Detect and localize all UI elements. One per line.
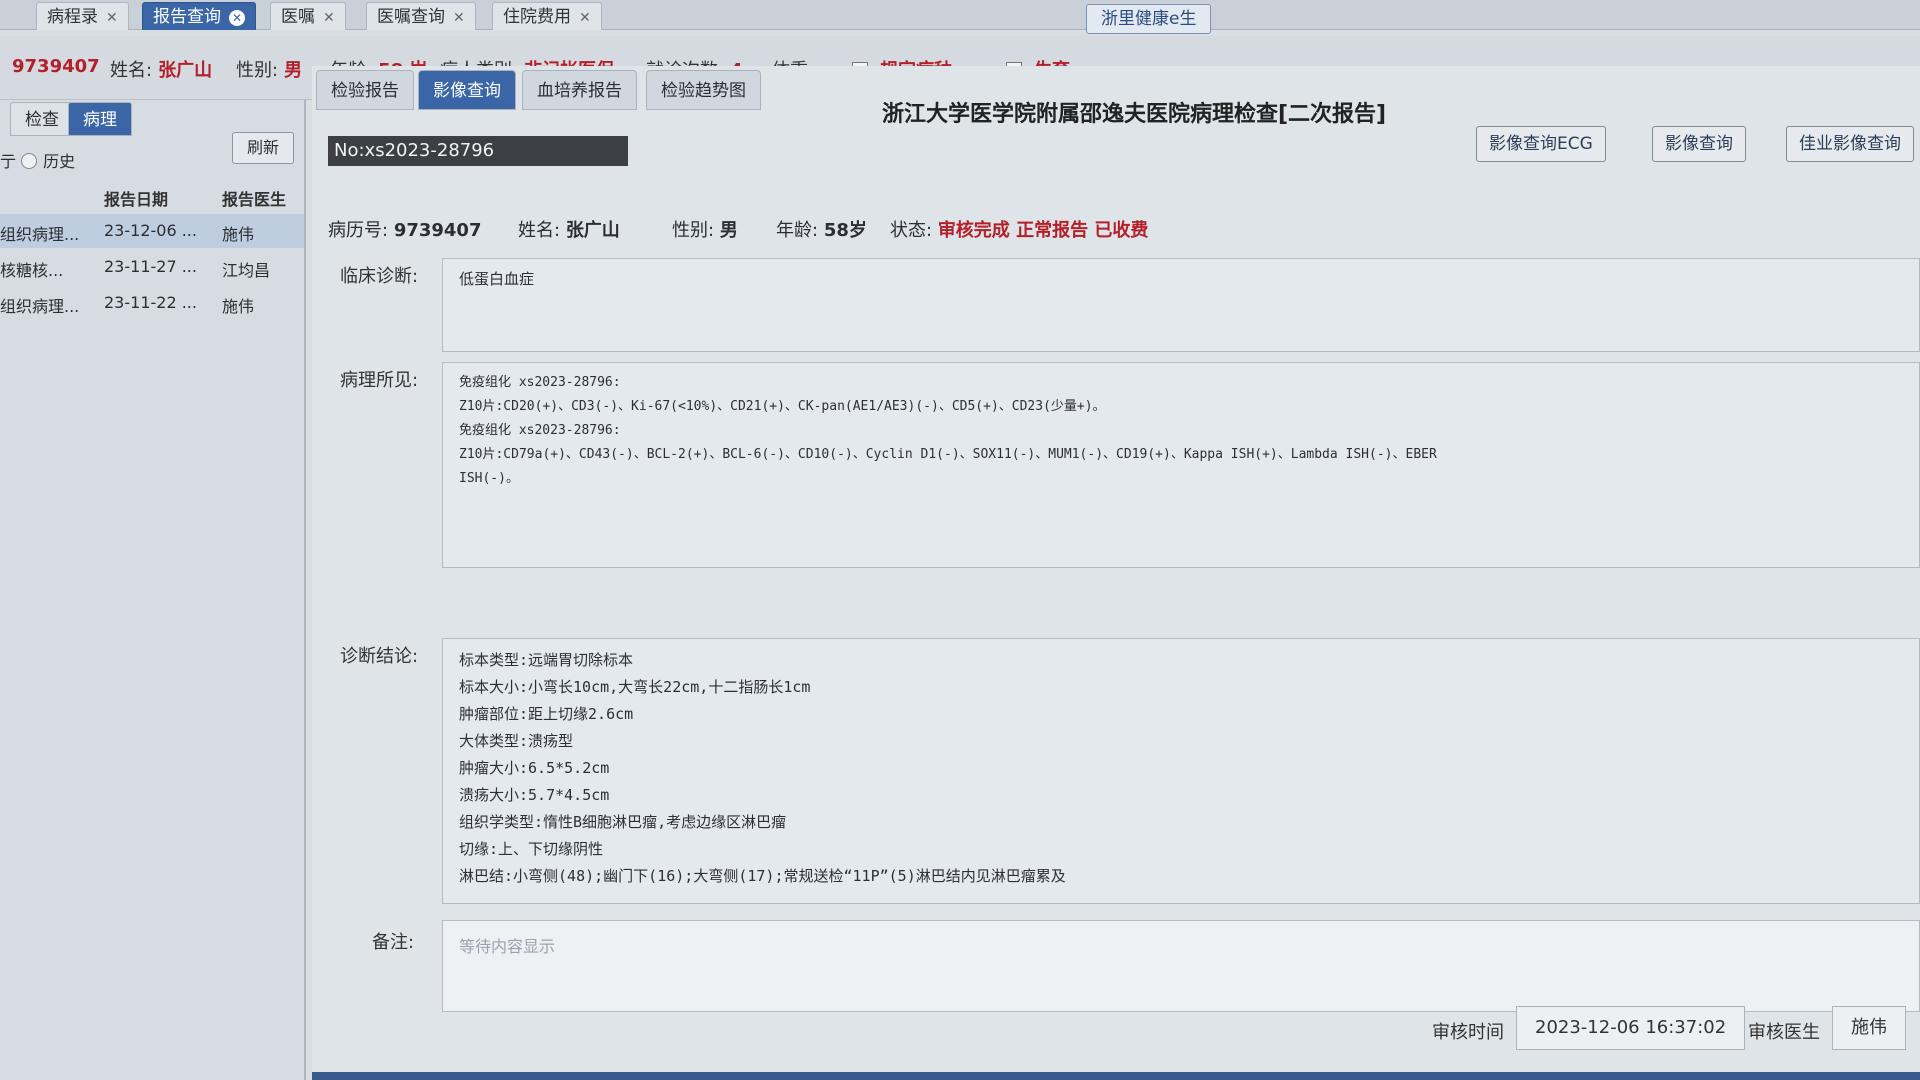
jiaye-imaging-button[interactable]: 佳业影像查询 <box>1786 126 1914 162</box>
findings-line: Z10片:CD79a(+)、CD43(-)、BCL-2(+)、BCL-6(-)、… <box>459 447 1437 462</box>
close-icon[interactable]: ✕ <box>579 10 591 26</box>
diagnosis-conclusion-label: 诊断结论: <box>340 646 419 667</box>
conclusion-line: 肿瘤部位:距上切缘2.6cm <box>459 705 634 723</box>
close-icon[interactable]: ✕ <box>106 10 118 26</box>
tab-report-query[interactable]: 报告查询 ✕ <box>142 2 256 30</box>
findings-line: Z10片:CD20(+)、CD3(-)、Ki-67(<10%)、CD21(+)、… <box>459 399 1106 414</box>
tab-orders[interactable]: 医嘱 ✕ <box>270 2 346 30</box>
clinical-diagnosis-text: 低蛋白血症 <box>459 270 535 288</box>
report-patient-sex: 性别: 男 <box>672 220 738 241</box>
pathology-findings-box: 免疫组化 xs2023-28796: Z10片:CD20(+)、CD3(-)、K… <box>442 362 1920 568</box>
zheli-health-button[interactable]: 浙里健康e生 <box>1086 4 1212 34</box>
imaging-ecg-button[interactable]: 影像查询ECG <box>1476 126 1606 162</box>
imaging-query-button[interactable]: 影像查询 <box>1652 126 1746 162</box>
tab-imaging-query[interactable]: 影像查询 <box>418 70 516 110</box>
review-time-field: 2023-12-06 16:37:02 <box>1516 1006 1746 1050</box>
conclusion-line: 大体类型:溃疡型 <box>459 732 574 750</box>
column-header-doctor: 报告医生 <box>222 190 287 209</box>
findings-line: 免疫组化 xs2023-28796: <box>459 375 621 390</box>
column-header-date: 报告日期 <box>104 190 169 209</box>
tab-pathology[interactable]: 病理 <box>68 102 132 136</box>
report-detail-panel: 检验报告 影像查询 血培养报告 检验趋势图 浙江大学医学院附属邵逸夫医院病理检查… <box>312 66 1920 1080</box>
review-time-label: 审核时间 <box>1432 1022 1504 1043</box>
patient-sex: 性别: 男 <box>236 60 303 81</box>
report-list-row[interactable]: 组织病理... 23-11-22 ... 施伟 <box>0 286 304 320</box>
report-patient-name: 姓名: 张广山 <box>518 220 620 241</box>
tab-hospital-fees[interactable]: 住院费用 ✕ <box>492 2 602 30</box>
conclusion-line: 溃疡大小:5.7*4.5cm <box>459 786 610 804</box>
close-icon[interactable]: ✕ <box>229 10 245 26</box>
findings-line: ISH(-)。 <box>459 471 519 486</box>
refresh-button[interactable]: 刷新 <box>232 132 294 164</box>
patient-name: 姓名: 张广山 <box>110 60 213 81</box>
findings-line: 免疫组化 xs2023-28796: <box>459 423 621 438</box>
tab-order-query[interactable]: 医嘱查询 ✕ <box>366 2 476 30</box>
report-patient-age: 年龄: 58岁 <box>776 220 867 241</box>
conclusion-line: 肿瘤大小:6.5*5.2cm <box>459 759 610 777</box>
pathology-findings-label: 病理所见: <box>340 370 419 391</box>
remark-label: 备注: <box>372 932 415 953</box>
history-filter[interactable]: 亍 历史 <box>0 148 75 172</box>
conclusion-line: 标本大小:小弯长10cm,大弯长22cm,十二指肠长1cm <box>459 678 811 696</box>
report-number: No:xs2023-28796 <box>328 136 628 166</box>
report-list-panel: 检查 病理 亍 历史 刷新 报告日期 报告医生 组织病理... 23-12-06… <box>0 100 306 1080</box>
clinical-diagnosis-box: 低蛋白血症 <box>442 258 1920 352</box>
close-icon[interactable]: ✕ <box>323 10 335 26</box>
conclusion-line: 标本类型:远端胃切除标本 <box>459 651 634 669</box>
review-doctor-label: 审核医生 <box>1748 1022 1820 1043</box>
radio-icon[interactable] <box>21 153 38 169</box>
tab-course-record[interactable]: 病程录 ✕ <box>36 2 129 30</box>
report-list-row[interactable]: 组织病理... 23-12-06 ... 施伟 <box>0 214 304 248</box>
report-status: 状态: 审核完成 正常报告 已收费 <box>890 220 1149 241</box>
tab-lab-report[interactable]: 检验报告 <box>316 70 414 110</box>
tab-lab-trend[interactable]: 检验趋势图 <box>646 70 761 110</box>
tab-blood-culture[interactable]: 血培养报告 <box>522 70 637 110</box>
status-strip <box>312 1072 1920 1080</box>
clinical-diagnosis-label: 临床诊断: <box>340 266 419 287</box>
conclusion-line: 组织学类型:惰性B细胞淋巴瘤,考虑边缘区淋巴瘤 <box>459 813 787 831</box>
report-list-row[interactable]: 核糖核... 23-11-27 ... 江均昌 <box>0 250 304 284</box>
patient-id: 9739407 <box>12 56 100 77</box>
tab-exam[interactable]: 检查 <box>10 102 74 136</box>
review-doctor-field: 施伟 <box>1832 1006 1906 1050</box>
conclusion-line: 切缘:上、下切缘阴性 <box>459 840 604 858</box>
conclusion-line: 淋巴结:小弯侧(48);幽门下(16);大弯侧(17);常规送检“11P”(5)… <box>459 867 1066 885</box>
diagnosis-conclusion-box: 标本类型:远端胃切除标本 标本大小:小弯长10cm,大弯长22cm,十二指肠长1… <box>442 638 1920 904</box>
top-tab-strip: 病程录 ✕ 报告查询 ✕ 医嘱 ✕ 医嘱查询 ✕ 住院费用 ✕ <box>0 0 1920 30</box>
record-number: 病历号: 9739407 <box>328 220 482 241</box>
report-title: 浙江大学医学院附属邵逸夫医院病理检查[二次报告] <box>882 102 1387 127</box>
remark-field[interactable]: 等待内容显示 <box>442 920 1920 1012</box>
close-icon[interactable]: ✕ <box>453 10 465 26</box>
